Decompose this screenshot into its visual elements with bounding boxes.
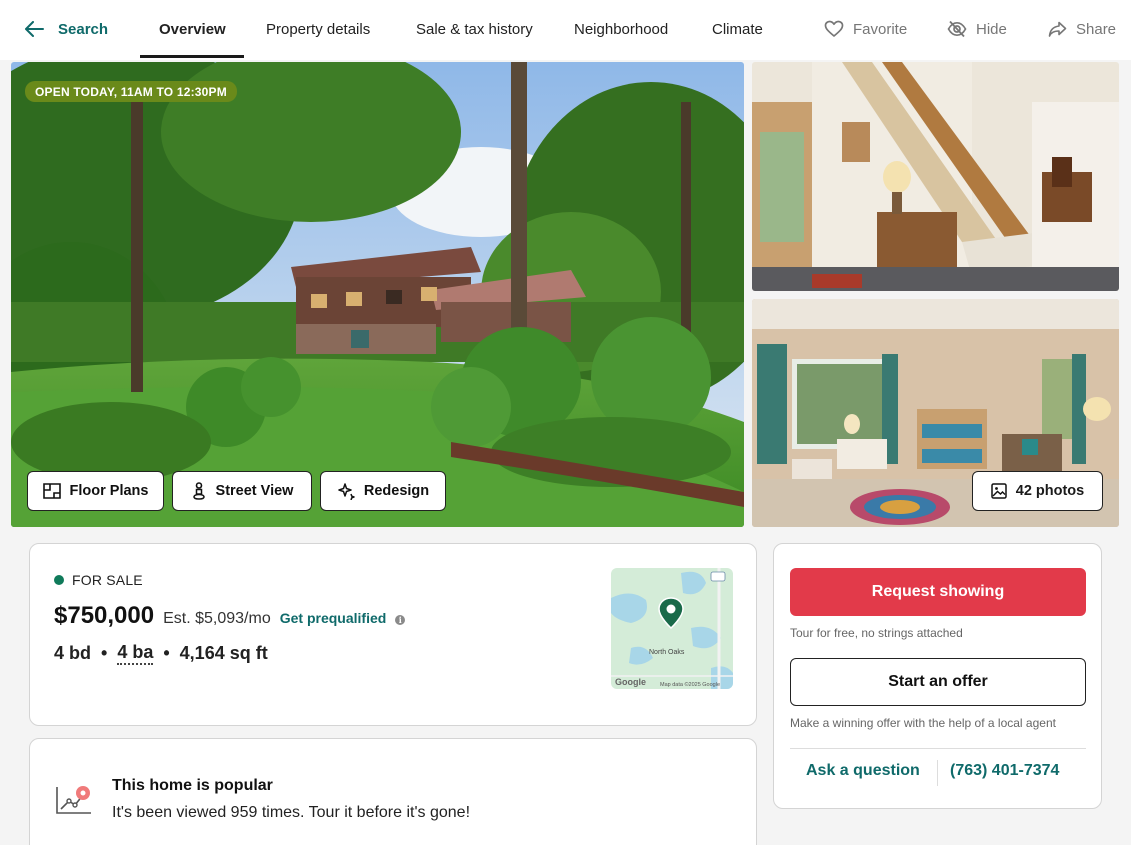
view-all-photos-button[interactable]: 42 photos [972,471,1103,511]
active-tab-indicator [140,55,244,58]
popular-title: This home is popular [112,777,273,794]
interior-photo-bedroom[interactable]: 42 photos [752,299,1119,527]
info-icon[interactable]: i [395,615,406,625]
mini-map[interactable]: North Oaks Google Map data ©2025 Google [611,568,733,689]
redesign-label: Redesign [363,483,430,499]
share-label: Share [1076,20,1117,38]
redesign-button[interactable]: Redesign [320,471,446,511]
heart-icon [824,20,844,37]
street-view-button[interactable]: Street View [172,471,312,511]
favorite-label: Favorite [853,20,908,38]
status-text: FOR SALE [72,572,143,588]
price-row: $750,000 Est. $5,093/mo Get prequalified… [54,602,406,630]
main-photo[interactable]: OPEN TODAY, 11AM TO 12:30PM Floor Plans … [11,62,744,527]
back-label: Search [58,20,109,38]
floor-plans-label: Floor Plans [69,483,149,499]
vertical-divider [937,760,938,786]
request-showing-subtext: Tour for free, no strings attached [790,626,963,640]
share-icon [1048,21,1067,37]
favorite-button[interactable]: Favorite [824,0,907,58]
phone-number-link[interactable]: (763) 401-7374 [950,762,1059,780]
monthly-estimate[interactable]: Est. $5,093/mo [163,610,271,628]
arrow-left-icon [25,21,44,37]
status-dot [54,575,64,585]
staircase-image [752,62,1119,291]
separator-dot: • [163,643,170,663]
get-prequalified-link[interactable]: Get prequalified [280,610,387,626]
popular-text: It's been viewed 959 times. Tour it befo… [112,804,471,821]
trending-chart-icon [56,786,91,814]
floor-plan-icon [42,483,61,499]
open-house-badge: OPEN TODAY, 11AM TO 12:30PM [25,81,237,102]
square-footage: 4,164 sq ft [179,643,268,663]
home-facts: 4 bd • 4 ba • 4,164 sq ft [54,642,268,665]
listing-status: FOR SALE [54,572,143,588]
popular-home-card: This home is popular It's been viewed 95… [29,738,757,845]
listing-summary-card: FOR SALE $750,000 Est. $5,093/mo Get pre… [29,543,757,726]
beds-count: 4 bd [54,643,92,663]
top-nav: Search Overview Property details Sale & … [0,0,1131,60]
map-image: North Oaks Google Map data ©2025 Google [611,568,733,689]
request-showing-button[interactable]: Request showing [790,568,1086,616]
map-place-label: North Oaks [649,649,685,656]
back-to-search-button[interactable]: Search [24,0,108,58]
image-icon [991,483,1007,499]
ask-question-link[interactable]: Ask a question [806,762,920,780]
share-button[interactable]: Share [1048,0,1116,58]
hide-label: Hide [976,20,1007,38]
contact-agent-card: Request showing Tour for free, no string… [773,543,1102,809]
tab-climate[interactable]: Climate [712,0,763,58]
start-offer-button[interactable]: Start an offer [790,658,1086,706]
tab-overview[interactable]: Overview [159,0,226,58]
google-logo: Google [615,677,646,687]
baths-count[interactable]: 4 ba [117,642,154,665]
photo-count-label: 42 photos [1015,483,1085,499]
start-offer-subtext: Make a winning offer with the help of a … [790,716,1056,730]
tab-sale-tax-history[interactable]: Sale & tax history [416,0,533,58]
map-attribution: Map data ©2025 Google [660,681,720,688]
tab-neighborhood[interactable]: Neighborhood [574,0,668,58]
hide-button[interactable]: Hide [947,0,1007,58]
street-view-person-icon [192,482,205,500]
divider [790,748,1086,749]
house-exterior-image [11,62,744,527]
floor-plans-button[interactable]: Floor Plans [27,471,164,511]
street-view-label: Street View [215,483,294,499]
listing-price: $750,000 [54,602,155,629]
sparkle-icon [338,483,355,500]
eye-off-icon [947,20,967,38]
separator-dot: • [101,643,108,663]
tab-property-details[interactable]: Property details [266,0,370,58]
interior-photo-staircase[interactable] [752,62,1119,291]
